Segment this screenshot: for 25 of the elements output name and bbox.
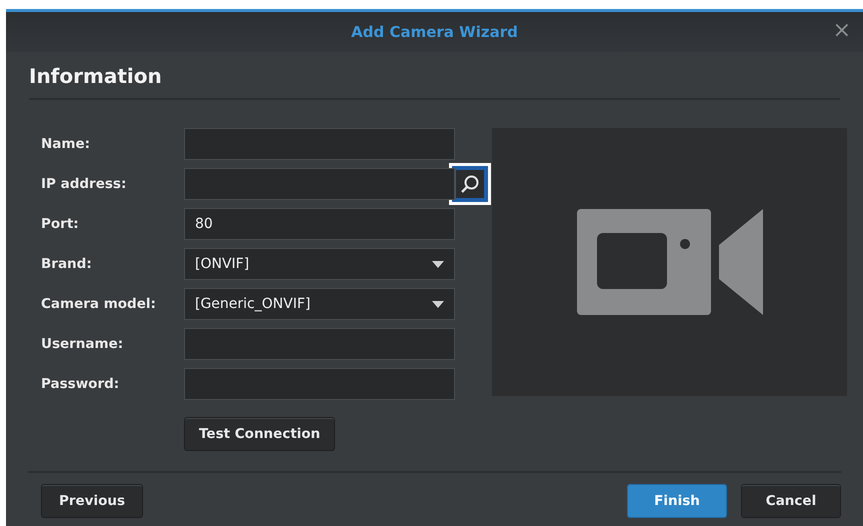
search-icon [460, 174, 480, 194]
caret-icon [432, 260, 444, 268]
dropdown-field[interactable]: [Generic_ONVIF] [184, 288, 455, 320]
dropdown-field[interactable]: [ONVIF] [184, 248, 455, 280]
footer-button[interactable]: Previous [41, 484, 143, 518]
footer-button[interactable]: Finish [627, 484, 727, 518]
input-field[interactable]: 80 [184, 208, 455, 240]
field-label: Username: [41, 336, 124, 352]
section-heading: Information [29, 64, 840, 100]
field-label: Brand: [41, 256, 93, 272]
video-camera-icon [576, 209, 762, 315]
field-label: Name: [41, 136, 92, 152]
field-label: IP address: [41, 176, 128, 192]
input-field[interactable] [184, 168, 455, 200]
caret-icon [432, 300, 444, 308]
input-field[interactable] [184, 128, 455, 160]
field-label: Password: [41, 376, 120, 392]
test-connection-button[interactable]: Test Connection [184, 417, 336, 451]
footer-button[interactable]: Cancel [741, 484, 841, 518]
input-field[interactable] [184, 328, 455, 360]
window-title: Add Camera Wizard [351, 23, 518, 41]
field-label: Port: [41, 216, 80, 232]
password-field[interactable] [184, 368, 455, 400]
close-button[interactable]: × [828, 20, 855, 42]
field-label: Camera model: [41, 296, 157, 312]
